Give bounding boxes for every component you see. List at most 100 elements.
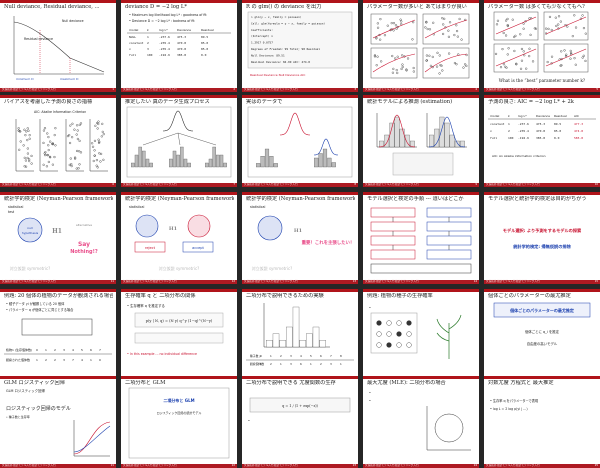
logistic-curve: [73, 421, 111, 455]
slide-thumbnail-11[interactable]: 統計学的検定 (Neyman-Pearson framework) statist…: [0, 192, 116, 284]
flow-box: [426, 207, 472, 218]
question-text: What is the “best” parameter number k?: [499, 78, 586, 83]
table-cell: 474.8: [574, 129, 583, 133]
slide-footer-text: 久保拓弥 統計モデル入門 統計モデリング入門: [486, 464, 540, 467]
slide-thumbnail-15[interactable]: モデル選択と統計学的検定は目的がちがう モデル選択: より予測をするモデルの探索統…: [484, 192, 600, 284]
slide-thumbnail-4[interactable]: パラメーター数が多いと あてはまりが良い 久保拓弥 統計モデル入門 統計モデリング…: [363, 0, 479, 92]
table-cell: 585.8: [574, 136, 583, 140]
histogram-bar: [264, 148, 270, 168]
slide-body: statisticaltest nullhypothesis H1 alternati…: [8, 205, 98, 271]
scatter-point: [17, 127, 20, 130]
scatter-point: [77, 167, 80, 170]
scatter-point: [42, 141, 45, 145]
scatter-point: [78, 139, 81, 142]
slide-thumbnail-10[interactable]: 予測の良さ: AIC = −2 log L* + 2k model k log L* D…: [484, 95, 600, 187]
table-cell: 3: [147, 47, 149, 51]
table-header: model: [490, 114, 500, 118]
table-cell: 7: [330, 354, 332, 358]
table-cell: constant: [490, 122, 505, 126]
scatter-point: [79, 151, 83, 154]
flow-box: [426, 235, 472, 246]
conclusion-box: [370, 263, 472, 274]
plot-axes: [15, 119, 34, 172]
slide-thumbnail-9[interactable]: 統計モデルによる推測 (estimation) 久保拓弥 統計モデル入門 統計モデ…: [363, 95, 479, 187]
scatter-point: [22, 144, 25, 147]
min-deviance-label: minimum D: [16, 77, 34, 81]
slide-number: 12: [231, 280, 235, 283]
slide-thumbnail-12[interactable]: 統計学的検定 (Neyman-Pearson framework) statist…: [121, 192, 237, 284]
scatter-point: [28, 137, 31, 140]
scatter-point: [24, 159, 28, 162]
slide-body: model k log L* Deviance Residual AICconstant 1…: [488, 114, 596, 158]
slide-thumbnail-7[interactable]: 推定したい 真のデータ生成プロセス 久保拓弥 統計モデル入門 統計モデリング入門 7: [121, 95, 237, 187]
histogram-bar: [454, 140, 460, 148]
scatter-point: [68, 141, 72, 145]
slide-footer-text: 久保拓弥 統計モデル入門 統計モデリング入門: [365, 280, 419, 283]
label-text: statistical: [250, 205, 266, 209]
accept-label: accept: [192, 246, 204, 250]
slide-thumbnail-22[interactable]: 二項分布と GLM 二項分布と GLM ロジスティック回帰の統計モデル 久保拓弥 統計…: [121, 376, 237, 468]
slide-body: 二項分布と GLM ロジスティック回帰の統計モデル: [128, 387, 230, 459]
scatter-point: [26, 147, 29, 150]
histogram-bar: [327, 157, 332, 168]
bullet-text: •: [369, 391, 371, 395]
formula-text: p(y | N, q) = (N y) q^y (1−q)^(N−y): [146, 319, 213, 323]
table-cell: -192.9: [159, 53, 170, 57]
table-cell: 7: [72, 358, 74, 362]
slide-number: 21: [110, 464, 114, 467]
slide-thumbnail-23[interactable]: 二項分布で説明できる 尤度関数の生存 q = 1 / (1 + exp(−z)) •…: [242, 376, 358, 468]
slide-footer-text: 久保拓弥 統計モデル入門 統計モデリング入門: [244, 464, 298, 467]
seed-dot: [396, 342, 402, 348]
slide-thumbnail-1[interactable]: Null deviance, Residual deviance, ... Nul…: [0, 0, 116, 92]
slide-number: 24: [473, 464, 477, 467]
table-cell: 100: [147, 53, 153, 57]
note-text: • In this example ... no individual diff…: [127, 352, 197, 356]
code-line: (Intercept) x: [251, 34, 273, 38]
slide-thumbnail-5[interactable]: パラメーター数 は多くても少なくてもへ? What is the “best” p…: [484, 0, 600, 92]
slide-number: 10: [594, 183, 598, 186]
flow-arrow: [392, 231, 450, 236]
slide-thumbnail-8[interactable]: 実はのデータで 久保拓弥 統計モデル入門 統計モデリング入門 8: [242, 95, 358, 187]
slide-thumbnail-18[interactable]: 二項分布で説明できるための実験 種子数 y 観察個体数 0 1 1 2 2 1 3 3 4 6 5 1 6 2 7…: [242, 289, 358, 381]
slide-thumbnail-25[interactable]: 対数尤度 方程式と 最大推定 • 生存率 q をパラメーターで表現 • log L …: [484, 376, 600, 468]
table-header: k: [147, 28, 149, 32]
scatter-point: [46, 132, 49, 135]
slide-thumbnail-16[interactable]: 例題: 20 個体の植物のデータが観測される場合 • 種子データ yi が観察して…: [0, 289, 116, 381]
code-line: Call: glm(formula = y ~ x, family = pois…: [251, 21, 325, 25]
scatter-point: [47, 160, 50, 164]
slide-footer-text: 久保拓弥 統計モデル入門 統計モデリング入門: [2, 280, 56, 283]
slide-thumbnail-17[interactable]: 生存確率 q と 二項分布の関係 • 生存確率 q を推定する p(y | N, q…: [121, 289, 237, 381]
logistic-curve: [73, 425, 111, 453]
table-cell: 475.3: [536, 122, 545, 126]
table-cell: 観察された個体数: [6, 357, 30, 362]
table-cell: 3: [290, 362, 292, 366]
slide-thumbnail-3[interactable]: R の glm() の deviance を出力 > glm(y ~ x, fam…: [242, 0, 358, 92]
slide-footer-text: 久保拓弥 統計モデル入門 統計モデリング入門: [486, 88, 540, 91]
scatter-point: [68, 134, 71, 137]
symmetric-label: 対立仮説 symmetric?: [252, 265, 293, 271]
null-hypothesis-circle: [257, 215, 283, 241]
slide-footer-bar: 久保拓弥 統計モデル入門 統計モデリング入門 25: [484, 464, 600, 468]
bullet-text: • パラメーター q が個体ごとに同じとする場合: [6, 307, 74, 312]
slide-footer-text: 久保拓弥 統計モデル入門 統計モデリング入門: [2, 183, 56, 186]
subtitle-text: AIC: Akaike Information Criterion: [34, 110, 86, 114]
slide-thumbnail-21[interactable]: GLM ロジスティック回帰 GLM ロジスティック回帰 ロジスティック回帰のモデル •…: [0, 376, 116, 468]
slide-thumbnail-2[interactable]: deviance D = −2 log L* • Maximum log like…: [121, 0, 237, 92]
small-plot: [422, 47, 470, 79]
histogram-bar: [212, 146, 216, 168]
table-cell: -237.6: [159, 35, 170, 39]
scatter-point: [53, 133, 56, 137]
slide-thumbnail-20[interactable]: 個体ごとのパラメーターの最尤推定 個体ごとのパラメーターの最尤推定 個体ごとに q_…: [484, 289, 600, 381]
slide-thumbnail-19[interactable]: 例題: 植物の種子の生存確率• 久保拓弥 統計モデル入門 統計モデリング入門19: [363, 289, 479, 381]
histogram-bar: [205, 162, 209, 168]
code-line: 1.2917 0.0757: [251, 41, 273, 45]
slide-thumbnail-13[interactable]: 統計学的検定 (Neyman-Pearson framework) statist…: [242, 192, 358, 284]
slide-footer-bar: 久保拓弥 統計モデル入門 統計モデリング入門 7: [121, 183, 237, 187]
histogram-bar: [269, 156, 274, 168]
table-header: model: [129, 28, 139, 32]
slide-thumbnail-6[interactable]: パイアスを考慮した予測の良さの指標 AIC: Akaike Information…: [0, 95, 116, 187]
slide-thumbnail-14[interactable]: モデル選択と検定の手順 --- 違いはどこか 久保拓弥 統計モデル入門 統計モデリ…: [363, 192, 479, 284]
body-text: 個体ごとに q_i を推定: [525, 329, 560, 334]
slide-footer-bar: 久保拓弥 統計モデル入門 統計モデリング入門 12: [121, 280, 237, 284]
slide-thumbnail-24[interactable]: 最大尤度 (MLE): 二項分布の場合 • • 久保拓弥 統計モデル入門 統計モデリン…: [363, 376, 479, 468]
